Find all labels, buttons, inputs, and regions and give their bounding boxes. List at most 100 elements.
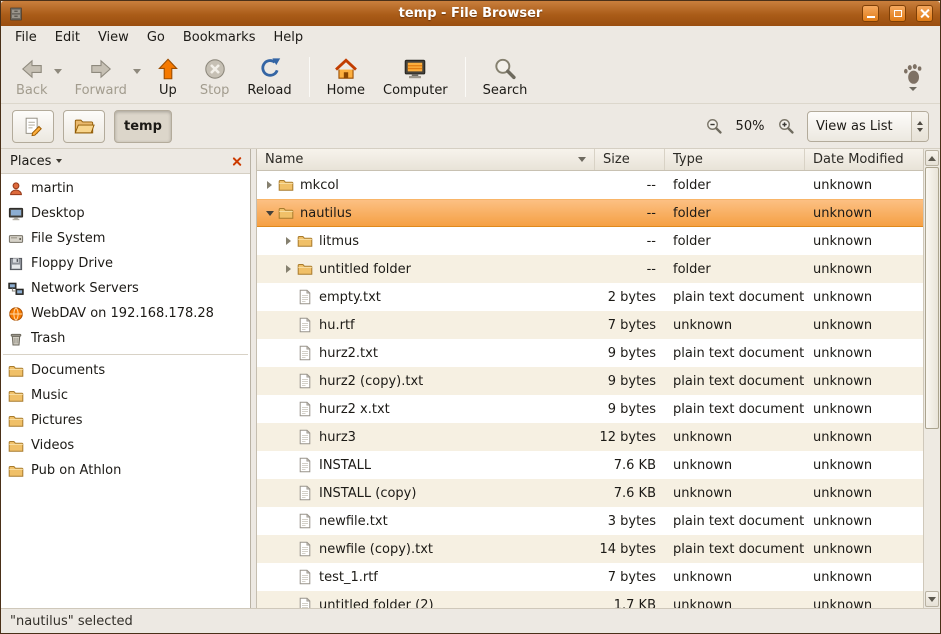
path-segment-temp-button[interactable]: temp <box>114 110 172 143</box>
file-row-newfile-txt[interactable]: newfile.txt3 bytesplain text documentunk… <box>257 507 923 535</box>
expander-expanded-icon[interactable] <box>261 211 278 216</box>
file-type: folder <box>665 206 805 221</box>
view-mode-label: View as List <box>808 119 911 134</box>
file-row-hurz2-txt[interactable]: hurz2.txt9 bytesplain text documentunkno… <box>257 339 923 367</box>
file-name: empty.txt <box>319 290 381 305</box>
file-row-test-1-rtf[interactable]: test_1.rtf7 bytesunknownunknown <box>257 563 923 591</box>
spinner-arrows-icon <box>911 112 928 141</box>
sidebar-item-desktop[interactable]: Desktop <box>1 201 250 226</box>
maximize-button[interactable] <box>889 5 906 22</box>
home-button[interactable]: Home <box>318 53 374 101</box>
gnome-foot-icon <box>901 62 925 86</box>
file-type: folder <box>665 178 805 193</box>
file-row-untitled-folder[interactable]: untitled folder--folderunknown <box>257 255 923 283</box>
file-row-hurz2-copy-txt[interactable]: hurz2 (copy).txt9 bytesplain text docume… <box>257 367 923 395</box>
file-date-modified: unknown <box>805 402 923 417</box>
file-row-nautilus[interactable]: nautilus--folderunknown <box>257 199 923 227</box>
file-date-modified: unknown <box>805 206 923 221</box>
file-icon <box>297 541 313 557</box>
expander-collapsed-icon[interactable] <box>280 265 297 273</box>
toolbar-buttons: BackForwardUpStopReloadHomeComputerSearc… <box>7 53 536 100</box>
sidebar-close-button[interactable] <box>227 152 246 171</box>
view-mode-select[interactable]: View as List <box>807 111 929 142</box>
file-row-hurz2-x-txt[interactable]: hurz2 x.txt9 bytesplain text documentunk… <box>257 395 923 423</box>
column-header-date-modified[interactable]: Date Modified <box>805 149 923 170</box>
file-name: newfile (copy).txt <box>319 542 433 557</box>
sidebar-item-label: File System <box>31 231 105 246</box>
scrollbar-track[interactable] <box>925 167 939 590</box>
sidebar-item-floppy-drive[interactable]: Floppy Drive <box>1 251 250 276</box>
file-name: test_1.rtf <box>319 570 378 585</box>
file-type: unknown <box>665 458 805 473</box>
close-button[interactable] <box>916 5 933 22</box>
sidebar-item-documents[interactable]: Documents <box>1 358 250 383</box>
scrollbar-thumb[interactable] <box>925 167 939 429</box>
file-row-install-copy[interactable]: INSTALL (copy)7.6 KBunknownunknown <box>257 479 923 507</box>
file-row-install[interactable]: INSTALL7.6 KBunknownunknown <box>257 451 923 479</box>
file-type: unknown <box>665 570 805 585</box>
file-size: 9 bytes <box>595 402 665 417</box>
list-header: Name Size Type Date Modified <box>257 149 940 171</box>
sidebar-item-label: Floppy Drive <box>31 256 113 271</box>
toggle-location-entry-button[interactable] <box>12 110 54 143</box>
menu-view[interactable]: View <box>89 26 138 51</box>
reload-button[interactable]: Reload <box>238 53 300 101</box>
sidebar-item-music[interactable]: Music <box>1 383 250 408</box>
zoom-in-button[interactable] <box>774 114 798 138</box>
menu-file[interactable]: File <box>6 26 46 51</box>
menu-edit[interactable]: Edit <box>46 26 89 51</box>
sidebar-item-pictures[interactable]: Pictures <box>1 408 250 433</box>
titlebar[interactable]: temp - File Browser <box>1 1 940 26</box>
vertical-scrollbar[interactable] <box>923 149 940 608</box>
file-row-empty-txt[interactable]: empty.txt2 bytesplain text documentunkno… <box>257 283 923 311</box>
scroll-down-button[interactable] <box>925 591 939 607</box>
toolbar-separator <box>465 57 466 97</box>
file-row-untitled-folder-2[interactable]: untitled folder (2)1.7 KBunknownunknown <box>257 591 923 608</box>
file-size: 2 bytes <box>595 290 665 305</box>
sidebar-item-label: Desktop <box>31 206 85 221</box>
arrow-down-icon <box>928 597 936 602</box>
up-button[interactable]: Up <box>145 53 191 101</box>
file-row-hurz3[interactable]: hurz312 bytesunknownunknown <box>257 423 923 451</box>
zoom-out-icon <box>705 117 724 136</box>
sidebar-item-label: Network Servers <box>31 281 139 296</box>
minimize-button[interactable] <box>862 5 879 22</box>
file-row-mkcol[interactable]: mkcol--folderunknown <box>257 171 923 199</box>
sidebar-item-file-system[interactable]: File System <box>1 226 250 251</box>
path-root-button[interactable] <box>63 110 105 143</box>
expander-collapsed-icon[interactable] <box>261 181 278 189</box>
sidebar-item-network-servers[interactable]: Network Servers <box>1 276 250 301</box>
sidebar-item-videos[interactable]: Videos <box>1 433 250 458</box>
sidebar-item-martin[interactable]: martin <box>1 176 250 201</box>
sidebar-item-pub-on-athlon[interactable]: Pub on Athlon <box>1 458 250 483</box>
sidebar-item-trash[interactable]: Trash <box>1 326 250 351</box>
menu-go[interactable]: Go <box>138 26 174 51</box>
sidebar-item-webdav-on-192-168-178-28[interactable]: WebDAV on 192.168.178.28 <box>1 301 250 326</box>
menu-help[interactable]: Help <box>264 26 312 51</box>
file-size: 7 bytes <box>595 318 665 333</box>
file-date-modified: unknown <box>805 514 923 529</box>
file-row-litmus[interactable]: litmus--folderunknown <box>257 227 923 255</box>
computer-button[interactable]: Computer <box>374 53 457 101</box>
window-controls <box>862 5 933 22</box>
scroll-up-button[interactable] <box>925 150 939 166</box>
places-dropdown[interactable]: Places <box>10 154 62 169</box>
file-icon <box>297 317 313 333</box>
file-icon <box>297 569 313 585</box>
location-bar: temp 50% View as List <box>1 104 940 149</box>
file-row-newfile-copy-txt[interactable]: newfile (copy).txt14 bytesplain text doc… <box>257 535 923 563</box>
zoom-out-button[interactable] <box>702 114 726 138</box>
gnome-menu-button[interactable] <box>894 59 932 94</box>
search-button[interactable]: Search <box>474 53 537 101</box>
column-header-size[interactable]: Size <box>595 149 665 170</box>
file-row-hu-rtf[interactable]: hu.rtf7 bytesunknownunknown <box>257 311 923 339</box>
file-date-modified: unknown <box>805 570 923 585</box>
toolbar-button-label: Home <box>327 83 365 98</box>
places-label: Places <box>10 154 51 169</box>
column-header-name[interactable]: Name <box>257 149 595 170</box>
expander-collapsed-icon[interactable] <box>280 237 297 245</box>
column-header-type[interactable]: Type <box>665 149 805 170</box>
toolbar-button-label: Stop <box>200 83 230 98</box>
file-type: unknown <box>665 318 805 333</box>
menu-bookmarks[interactable]: Bookmarks <box>174 26 265 51</box>
